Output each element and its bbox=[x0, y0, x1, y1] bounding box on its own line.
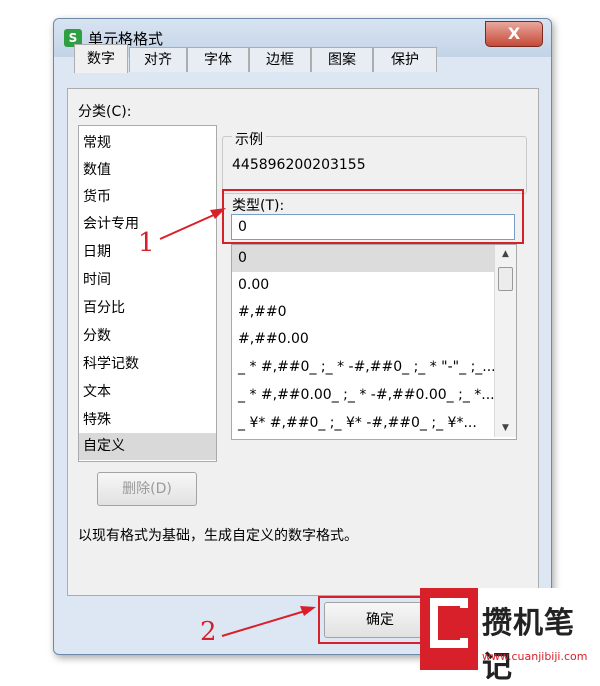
annotation-arrows bbox=[159, 208, 316, 637]
arrow-2-head-icon bbox=[300, 606, 316, 616]
arrow-2-line bbox=[221, 610, 306, 637]
arrow-1-line bbox=[159, 213, 217, 240]
watermark: 攒机笔记 www.cuanjibiji.com bbox=[420, 588, 600, 685]
tab-number[interactable]: 数字 bbox=[74, 44, 128, 73]
watermark-logo-icon bbox=[420, 588, 478, 670]
watermark-text: 攒机笔记 bbox=[482, 606, 575, 685]
watermark-url: www.cuanjibiji.com bbox=[482, 650, 588, 663]
annotation-number-1: 1 bbox=[138, 228, 155, 258]
arrow-1-head-icon bbox=[210, 208, 226, 219]
annotation-number-2: 2 bbox=[200, 617, 217, 647]
